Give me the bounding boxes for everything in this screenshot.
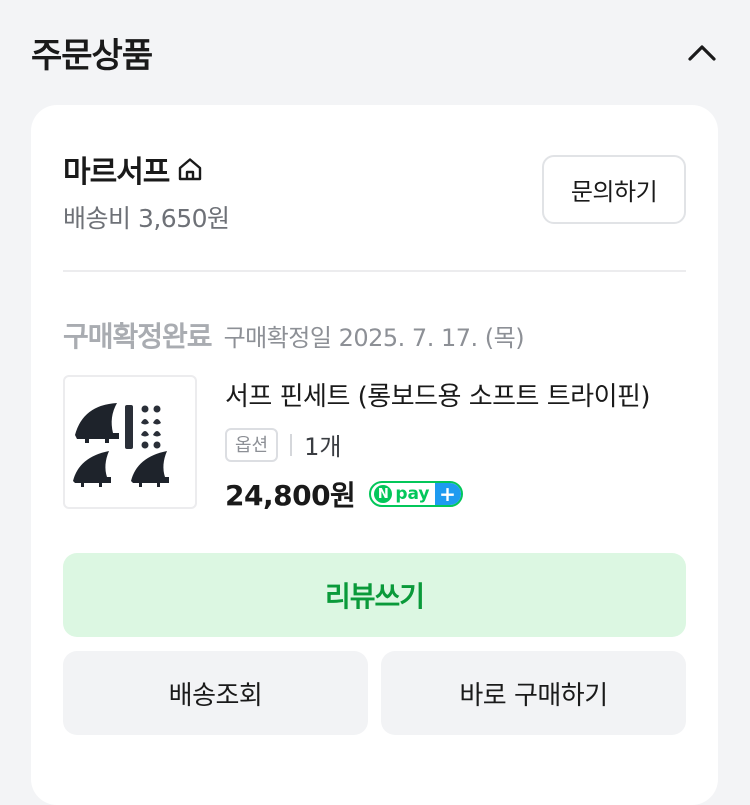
seller-row: 마르서프 배송비 3,650원 문의하기 (63, 147, 686, 237)
order-card: 마르서프 배송비 3,650원 문의하기 구매확정완료 구매확정일 2025. … (31, 105, 718, 805)
price: 24,800원 (225, 479, 356, 512)
product-thumbnail[interactable] (63, 375, 197, 509)
option-badge: 옵션 (225, 427, 279, 462)
surf-fin-set-image (73, 403, 169, 487)
product-info: 서프 핀세트 (롱보드용 소프트 트라이핀) 옵션 1개 24,800원 N p… (225, 377, 685, 514)
section-title: 주문상품 (31, 36, 153, 76)
npay-n-icon: N (374, 485, 393, 503)
product-name[interactable]: 서프 핀세트 (롱보드용 소프트 트라이핀) (225, 377, 685, 417)
seller-name: 마르서프 (63, 155, 170, 190)
chevron-up-icon (688, 44, 716, 61)
option-separator (290, 433, 293, 456)
order-status: 구매확정완료 (63, 320, 213, 353)
npay-plus-badge: N pay + (369, 481, 463, 507)
quantity: 1개 (304, 433, 342, 461)
buy-again-button[interactable]: 바로 구매하기 (381, 651, 686, 735)
shipping-fee: 배송비 3,650원 (63, 204, 230, 233)
confirmed-date: 구매확정일 2025. 7. 17. (목) (223, 324, 525, 352)
section-header: 주문상품 (0, 0, 750, 105)
track-delivery-button[interactable]: 배송조회 (63, 651, 368, 735)
inquiry-button[interactable]: 문의하기 (542, 155, 686, 224)
write-review-button[interactable]: 리뷰쓰기 (63, 553, 686, 637)
price-row: 24,800원 N pay + (225, 474, 685, 514)
divider (63, 270, 686, 272)
seller-name-link[interactable]: 마르서프 (63, 147, 205, 191)
order-status-row: 구매확정완료 구매확정일 2025. 7. 17. (목) (63, 315, 525, 355)
home-icon (175, 154, 205, 184)
collapse-button[interactable] (684, 35, 720, 71)
plus-icon: + (434, 483, 461, 505)
option-row: 옵션 1개 (225, 427, 685, 462)
npay-text: pay (395, 484, 430, 504)
